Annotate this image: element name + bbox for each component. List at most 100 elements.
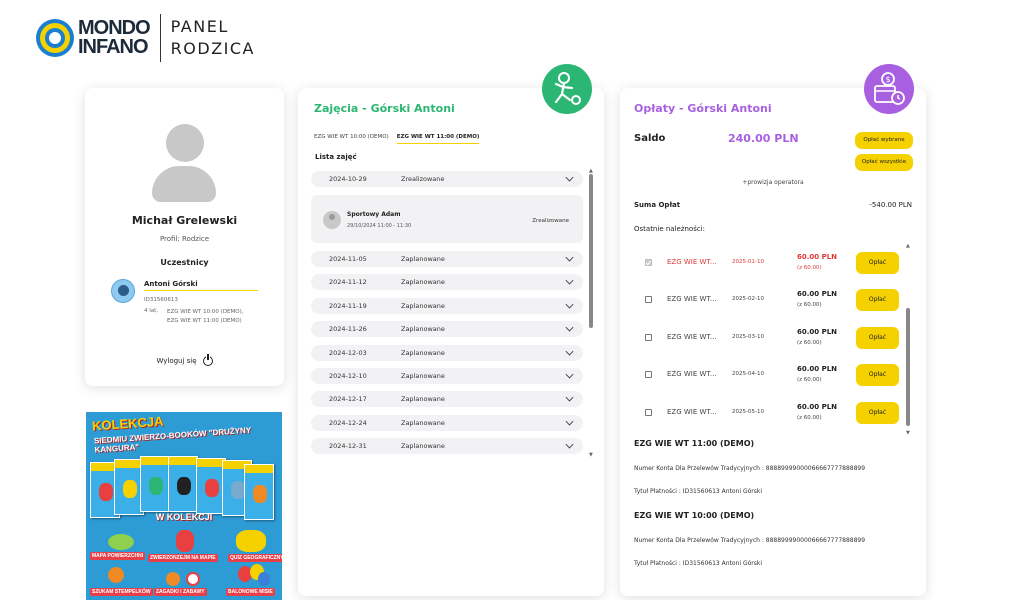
scroll-up-arrow-icon[interactable]: ▲ bbox=[906, 243, 910, 249]
promo-title: KOLEKCJA bbox=[91, 413, 164, 434]
panel-title: PANEL RODZICA bbox=[170, 17, 255, 58]
class-row[interactable]: 2024-12-31 Zaplanowane bbox=[311, 438, 583, 454]
fees-scrollbar[interactable] bbox=[906, 308, 910, 426]
svg-text:$: $ bbox=[885, 75, 890, 84]
payment-title: Tytuł Płatności : ID31560613 Antoni Górs… bbox=[634, 560, 763, 567]
fee-row: EZG WIE WT... 2025-03-10 60.00 PLN (z 60… bbox=[642, 326, 910, 350]
puzzle-icon bbox=[166, 572, 180, 586]
pay-all-button[interactable]: Opłać wszystkie bbox=[855, 154, 913, 171]
fee-total: (z 60.00) bbox=[797, 302, 822, 308]
class-row[interactable]: 2024-10-29 Zrealizowane bbox=[311, 171, 583, 187]
class-date: 2024-11-26 bbox=[329, 325, 367, 333]
fee-total: (z 60.00) bbox=[797, 265, 822, 271]
class-row[interactable]: 2024-11-19 Zaplanowane bbox=[311, 298, 583, 314]
class-status: Zaplanowane bbox=[401, 442, 445, 450]
fee-checkbox[interactable] bbox=[645, 296, 652, 303]
chevron-down-icon[interactable] bbox=[565, 253, 574, 262]
group-tabs: EZG WIE WT 10:00 (DEMO) EZG WIE WT 11:00… bbox=[314, 134, 480, 144]
tab-group-1100[interactable]: EZG WIE WT 11:00 (DEMO) bbox=[396, 134, 480, 144]
child-id: ID31560613 bbox=[144, 297, 178, 303]
class-date: 2024-11-05 bbox=[329, 255, 367, 263]
class-row[interactable]: 2024-11-26 Zaplanowane bbox=[311, 321, 583, 337]
class-row[interactable]: 2024-12-17 Zaplanowane bbox=[311, 391, 583, 407]
chevron-down-icon[interactable] bbox=[565, 300, 574, 309]
fee-amount: 60.00 PLN bbox=[797, 253, 838, 261]
balance-value: 240.00 PLN bbox=[728, 132, 799, 145]
chevron-down-icon[interactable] bbox=[565, 393, 574, 402]
chevron-down-icon[interactable] bbox=[565, 347, 574, 356]
account-heading: EZG WIE WT 11:00 (DEMO) bbox=[634, 439, 755, 448]
promo-item: SZUKAM STEMPELKÓW bbox=[90, 588, 153, 596]
promo-item: ZAGADKI I ZABAWY bbox=[154, 588, 207, 596]
fee-name: EZG WIE WT... bbox=[667, 408, 717, 416]
pay-button[interactable]: Opłać bbox=[856, 364, 899, 386]
promo-in-collection: W KOLEKCJI bbox=[155, 512, 213, 522]
power-icon bbox=[202, 354, 213, 366]
fee-row: EZG WIE WT... 2025-04-10 60.00 PLN (z 60… bbox=[642, 363, 910, 387]
fee-total: (z 60.00) bbox=[797, 340, 822, 346]
child-groups: EZG WIE WT 10:00 (DEMO), EZG WIE WT 11:0… bbox=[167, 309, 244, 324]
scroll-down-arrow-icon[interactable]: ▼ bbox=[906, 430, 910, 436]
class-list-scrollbar[interactable] bbox=[589, 174, 593, 328]
classes-title: Zajęcia - Górski Antoni bbox=[314, 102, 455, 115]
child-name[interactable]: Antoni Górski bbox=[144, 280, 258, 291]
chevron-down-icon[interactable] bbox=[565, 173, 574, 182]
class-row[interactable]: 2024-12-10 Zaplanowane bbox=[311, 368, 583, 384]
chevron-down-icon[interactable] bbox=[565, 417, 574, 426]
fee-name: EZG WIE WT... bbox=[667, 333, 717, 341]
fees-title: Opłaty - Górski Antoni bbox=[634, 102, 772, 115]
fee-date: 2025-05-10 bbox=[732, 409, 764, 415]
fee-date: 2025-04-10 bbox=[732, 371, 764, 377]
class-date: 2024-12-03 bbox=[329, 349, 367, 357]
account-number: Numer Konta Dla Przelewów Tradycyjnych :… bbox=[634, 465, 866, 472]
fee-row: EZG WIE WT... 2025-05-10 60.00 PLN (z 60… bbox=[642, 401, 910, 425]
fees-sum-label: Suma Opłat bbox=[634, 201, 681, 209]
class-status: Zaplanowane bbox=[401, 395, 445, 403]
fee-date: 2025-03-10 bbox=[732, 334, 764, 340]
class-status: Zaplanowane bbox=[401, 278, 445, 286]
child-avatar-icon bbox=[111, 279, 135, 303]
class-date: 2024-11-12 bbox=[329, 278, 367, 286]
chevron-down-icon[interactable] bbox=[565, 370, 574, 379]
fee-date: 2025-02-10 bbox=[732, 296, 764, 302]
chevron-down-icon[interactable] bbox=[565, 323, 574, 332]
class-row[interactable]: 2024-11-05 Zaplanowane bbox=[311, 251, 583, 267]
promo-item: BALONOWE MISIE bbox=[226, 588, 275, 596]
fee-checkbox[interactable] bbox=[645, 334, 652, 341]
pay-button[interactable]: Opłać bbox=[856, 252, 899, 274]
pay-button[interactable]: Opłać bbox=[856, 289, 899, 311]
class-time: 29/10/2024 11:00 - 11:30 bbox=[347, 223, 412, 229]
tab-group-1000[interactable]: EZG WIE WT 10:00 (DEMO) bbox=[314, 134, 389, 144]
class-row[interactable]: 2024-12-03 Zaplanowane bbox=[311, 345, 583, 361]
class-status: Zrealizowane bbox=[401, 175, 445, 183]
fee-checkbox[interactable] bbox=[645, 371, 652, 378]
fee-name: EZG WIE WT... bbox=[667, 258, 717, 266]
class-status: Zaplanowane bbox=[401, 255, 445, 263]
class-date: 2024-12-31 bbox=[329, 442, 367, 450]
class-row[interactable]: 2024-12-24 Zaplanowane bbox=[311, 415, 583, 431]
fee-checkbox[interactable] bbox=[645, 259, 652, 266]
scroll-down-arrow-icon[interactable]: ▼ bbox=[589, 452, 593, 458]
fee-checkbox[interactable] bbox=[645, 409, 652, 416]
child-age: 4 lat, bbox=[144, 308, 159, 314]
fee-total: (z 60.00) bbox=[797, 377, 822, 383]
chevron-down-icon[interactable] bbox=[565, 276, 574, 285]
fee-amount: 60.00 PLN bbox=[797, 290, 838, 298]
promo-banner[interactable]: KOLEKCJA SIEDMIU ZWIERZO-BOOKÓW "DRUŻYNY… bbox=[86, 412, 282, 600]
logout-button[interactable]: Wyloguj się bbox=[85, 354, 284, 366]
app-logo[interactable]: MONDO INFANO PANEL RODZICA bbox=[36, 14, 255, 62]
operator-fee-note: +prowizja operatora bbox=[742, 179, 804, 186]
chevron-down-icon[interactable] bbox=[565, 440, 574, 449]
class-status: Zaplanowane bbox=[401, 302, 445, 310]
user-name: Michał Grelewski bbox=[131, 214, 238, 227]
logo-mark-icon bbox=[36, 19, 74, 57]
class-row[interactable]: 2024-11-12 Zaplanowane bbox=[311, 274, 583, 290]
pay-button[interactable]: Opłać bbox=[856, 327, 899, 349]
logout-label: Wyloguj się bbox=[156, 357, 197, 365]
class-status: Zaplanowane bbox=[401, 349, 445, 357]
pay-selected-button[interactable]: Opłać wybrane bbox=[855, 132, 913, 149]
map-icon bbox=[108, 534, 134, 550]
dino-icon bbox=[176, 530, 194, 552]
pay-button[interactable]: Opłać bbox=[856, 402, 899, 424]
teacher-avatar-icon bbox=[323, 211, 341, 229]
